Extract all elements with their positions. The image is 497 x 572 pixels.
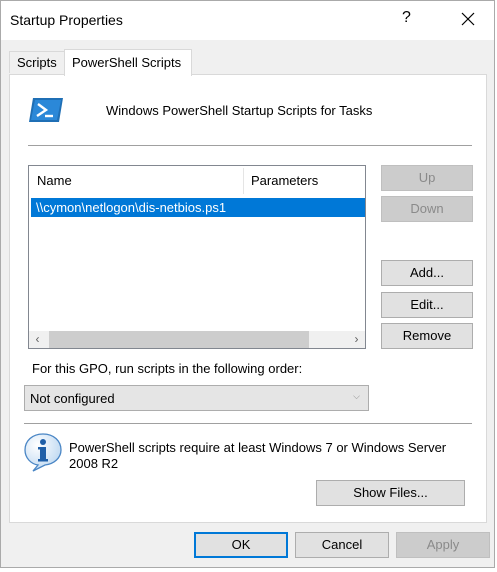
divider [24,423,472,424]
down-button[interactable]: Down [381,196,473,222]
order-combobox[interactable]: Not configured ⌵ [24,385,369,411]
column-header-name[interactable]: Name [37,166,72,196]
help-button[interactable]: ? [402,9,411,27]
list-item[interactable]: \\cymon\netlogon\dis-netbios.ps1 [31,198,365,217]
remove-button[interactable]: Remove [381,323,473,349]
scrollbar-thumb[interactable] [49,331,309,348]
powershell-icon [27,96,65,124]
column-header-parameters[interactable]: Parameters [251,166,318,196]
horizontal-scrollbar[interactable]: ‹ › [29,331,365,348]
info-text: PowerShell scripts require at least Wind… [69,440,447,471]
startup-properties-dialog: Startup Properties ? Scripts PowerShell … [0,0,495,568]
ok-button[interactable]: OK [194,532,288,558]
add-button[interactable]: Add... [381,260,473,286]
chevron-down-icon: ⌵ [353,391,360,401]
up-button[interactable]: Up [381,165,473,191]
tab-scripts[interactable]: Scripts [9,51,65,73]
apply-button[interactable]: Apply [396,532,490,558]
scripts-list[interactable]: Name Parameters \\cymon\netlogon\dis-net… [28,165,366,349]
cancel-button[interactable]: Cancel [295,532,389,558]
window-title: Startup Properties [10,12,123,28]
tab-panel: Windows PowerShell Startup Scripts for T… [9,74,487,523]
scroll-right-icon[interactable]: › [348,331,365,348]
tab-powershell-scripts[interactable]: PowerShell Scripts [64,49,192,76]
list-item-name: \\cymon\netlogon\dis-netbios.ps1 [36,200,227,215]
header-title: Windows PowerShell Startup Scripts for T… [106,103,373,118]
scroll-left-icon[interactable]: ‹ [29,331,46,348]
show-files-button[interactable]: Show Files... [316,480,465,506]
order-label: For this GPO, run scripts in the followi… [32,361,303,376]
close-icon [461,12,475,26]
divider [28,145,472,146]
info-icon [23,432,63,472]
edit-button[interactable]: Edit... [381,292,473,318]
column-separator[interactable] [243,168,244,194]
title-bar: Startup Properties ? [1,1,494,40]
close-button[interactable] [456,7,480,31]
order-combobox-value: Not configured [30,391,115,406]
